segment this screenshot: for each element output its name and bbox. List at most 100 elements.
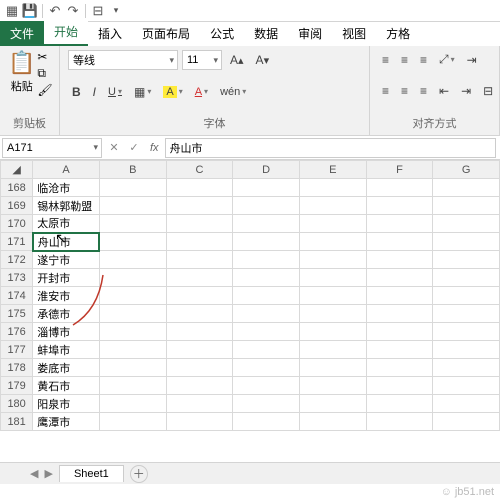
cell[interactable] [299,233,366,251]
cell[interactable] [233,395,300,413]
cell[interactable] [366,179,433,197]
cell[interactable] [366,197,433,215]
align-middle-icon[interactable]: ≡ [397,50,412,69]
cell[interactable]: 太原市 [33,215,100,233]
cell[interactable] [366,359,433,377]
cell[interactable] [433,341,500,359]
bold-button[interactable]: B [68,83,85,101]
cell[interactable] [99,287,166,305]
row-header[interactable]: 178 [1,359,33,377]
add-sheet-button[interactable]: ＋ [130,465,148,483]
cell[interactable] [433,287,500,305]
cell[interactable] [366,269,433,287]
cell[interactable] [233,179,300,197]
cell[interactable] [299,395,366,413]
tab-view[interactable]: 视图 [332,21,376,46]
cell[interactable] [366,251,433,269]
cell[interactable] [166,341,233,359]
row-header[interactable]: 175 [1,305,33,323]
col-header[interactable]: D [233,161,300,179]
align-left-icon[interactable]: ≡ [378,82,393,100]
align-top-icon[interactable]: ≡ [378,50,393,69]
cell[interactable] [233,413,300,431]
cell[interactable] [433,233,500,251]
orientation-icon[interactable]: ⤢▾ [435,50,459,69]
border-button[interactable]: ▦▾ [130,83,155,101]
font-name-combo[interactable]: 等线 [68,50,178,70]
tab-fangge[interactable]: 方格 [376,21,420,46]
cell[interactable] [299,323,366,341]
row-header[interactable]: 176 [1,323,33,341]
cell[interactable]: 淮安市 [33,287,100,305]
row-header[interactable]: 172 [1,251,33,269]
row-header[interactable]: 179 [1,377,33,395]
tab-file[interactable]: 文件 [0,21,44,46]
cell[interactable]: 临沧市 [33,179,100,197]
cell[interactable]: 娄底市 [33,359,100,377]
font-size-combo[interactable]: 11 [182,50,222,70]
undo-icon[interactable]: ↶ [47,3,63,19]
tab-data[interactable]: 数据 [244,21,288,46]
row-header[interactable]: 177 [1,341,33,359]
cell[interactable]: 黄石市 [33,377,100,395]
cell[interactable] [166,377,233,395]
cell[interactable] [299,359,366,377]
cell[interactable] [99,395,166,413]
col-header[interactable]: G [433,161,500,179]
cell[interactable] [166,233,233,251]
cell[interactable] [366,233,433,251]
cell[interactable] [299,215,366,233]
format-painter-icon[interactable]: 🖌 [37,83,52,97]
cell[interactable] [166,197,233,215]
paste-button[interactable]: 📋 粘贴 [8,50,35,97]
qat-dropdown-icon[interactable]: ▾ [108,3,124,19]
cell[interactable] [166,359,233,377]
cell[interactable] [166,323,233,341]
cell[interactable] [299,251,366,269]
align-right-icon[interactable]: ≡ [416,82,431,100]
wrap-text-icon[interactable]: ⇥ [463,50,481,69]
name-box[interactable]: A171 [2,138,102,158]
cell[interactable] [366,323,433,341]
cell[interactable] [166,305,233,323]
col-header[interactable]: C [166,161,233,179]
cell[interactable] [433,179,500,197]
row-header[interactable]: 173 [1,269,33,287]
cell[interactable] [433,269,500,287]
row-header[interactable]: 180 [1,395,33,413]
cell[interactable] [433,395,500,413]
formula-bar[interactable]: 舟山市 [165,138,496,158]
cell[interactable]: 阳泉市 [33,395,100,413]
decrease-indent-icon[interactable]: ⇤ [435,82,453,100]
cell[interactable] [233,287,300,305]
cell[interactable] [299,287,366,305]
cell[interactable] [99,233,166,251]
cut-icon[interactable]: ✂ [37,50,52,64]
select-all-corner[interactable]: ◢ [1,161,33,179]
cell[interactable] [366,395,433,413]
cell[interactable] [299,179,366,197]
cell[interactable] [299,305,366,323]
cell[interactable] [233,251,300,269]
save-icon[interactable]: 💾 [22,3,38,19]
tab-home[interactable]: 开始 [44,19,88,46]
cell[interactable] [366,413,433,431]
cell[interactable] [233,197,300,215]
cell[interactable] [233,215,300,233]
cell[interactable]: 承德市 [33,305,100,323]
row-header[interactable]: 169 [1,197,33,215]
row-header[interactable]: 181 [1,413,33,431]
cell[interactable] [233,341,300,359]
sheet-tab[interactable]: Sheet1 [59,465,124,482]
worksheet-grid[interactable]: ◢ABCDEFG 168临沧市169锡林郭勒盟170太原市171舟山市172遂宁… [0,160,500,431]
cell[interactable] [99,179,166,197]
cell[interactable]: 蚌埠市 [33,341,100,359]
cell[interactable]: 开封市 [33,269,100,287]
cell[interactable] [433,305,500,323]
cell[interactable] [433,197,500,215]
cell[interactable] [99,341,166,359]
cell[interactable] [166,179,233,197]
cell[interactable] [233,305,300,323]
touch-icon[interactable]: ⊟ [90,3,106,19]
cell[interactable] [99,305,166,323]
